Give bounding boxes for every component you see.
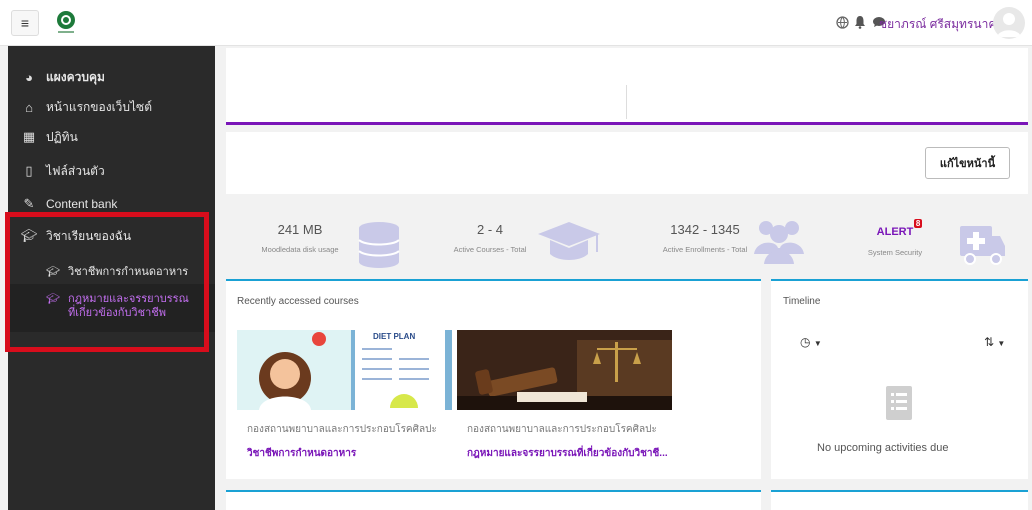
brush-icon: ✎ [23,196,35,211]
chevron-down-icon: ▼ [997,339,1006,348]
home-icon: ⌂ [25,99,33,115]
stat-label: Active Enrollments - Total [662,245,748,254]
page-actions-bar [226,132,1028,194]
top-navbar: ≡ ชยาภรณ์ ศรีสมุทรนาค [0,0,1032,46]
sidebar-item-label: วิชาเรียนของฉัน [46,228,132,243]
stat-label: Moodledata disk usage [261,245,339,254]
graduation-cap-icon: 🎓︎ [20,228,38,243]
timeline-empty-text: No upcoming activities due [817,442,949,454]
sidebar-item-label: แผงควบคุม [46,69,105,84]
course-category: กองสถานพยาบาลและการประกอบโรคศิลปะ [247,424,437,435]
diet-plan-text: DIET PLAN [373,332,416,341]
sidebar-item-site-home[interactable]: ⌂ หน้าแรกของเว็บไซต์ [8,92,215,122]
stat-active-enrollments: 1342 - 1345 Active Enrollments - Total [655,222,755,254]
edit-page-button[interactable]: แก้ไขหน้านี้ [925,147,1010,179]
file-icon: ▯ [25,163,33,178]
sidebar-item-content-bank[interactable]: ✎ Content bank [8,189,215,219]
users-icon [754,221,804,264]
stat-value: 1342 - 1345 [670,222,740,237]
hamburger-menu-button[interactable]: ≡ [11,10,39,36]
sidebar-item-calendar[interactable]: ▦ ปฏิทิน [8,122,215,152]
sort-icon: ⇅ [984,335,995,349]
avatar[interactable] [993,7,1025,39]
sidebar-course-item-active[interactable]: 🎓︎ กฎหมายและจรรยาบรรณ ที่เกี่ยวข้องกับวิ… [8,284,215,332]
graduation-cap-icon: 🎓︎ [46,265,60,278]
sidebar-item-label: ปฏิทิน [46,129,78,144]
alert-badge: 8 [913,219,923,228]
graduation-cap-icon [538,222,600,260]
dashboard-icon: ◕ [25,69,33,85]
stat-value: 241 MB [277,222,323,237]
clock-icon: ◷ [800,335,811,349]
sidebar-item-my-courses[interactable]: 🎓︎ วิชาเรียนของฉัน [8,221,215,251]
stat-system-security: ALERT 8 System Security [860,219,930,257]
stat-label: Active Courses - Total [453,245,527,254]
timeline-sort-dropdown[interactable]: ⇅ ▼ [984,335,1005,349]
alert-label: ALERT [876,226,914,238]
stat-active-courses: 2 - 4 Active Courses - Total [440,222,540,254]
accent-bar [226,122,1028,125]
recent-courses-title: Recently accessed courses [237,296,359,307]
gavel-scales-illustration [457,330,672,410]
sidebar-course-label-line1: กฎหมายและจรรยาบรรณ [68,293,189,305]
ambulance-icon [960,226,1005,265]
stat-label: System Security [867,248,923,257]
ministry-logo[interactable] [52,8,80,36]
graduation-cap-icon: 🎓︎ [46,293,60,305]
sidebar-course-label-line2: ที่เกี่ยวข้องกับวิชาชีพ [68,307,166,319]
empty-list-icon [886,386,912,420]
calendar-icon: ▦ [22,129,36,144]
sidebar-course-item[interactable]: 🎓︎ วิชาชีพการกำหนดอาหาร [8,260,215,282]
course-category: กองสถานพยาบาลและการประกอบโรคศิลปะ [467,424,657,435]
course-image-law[interactable] [457,330,672,410]
bell-icon[interactable] [854,15,866,29]
sidebar-item-label: ไฟล์ส่วนตัว [46,163,105,178]
course-image-diet[interactable]: DIET PLAN [237,330,452,410]
header-divider [626,85,627,119]
sidebar-item-private-files[interactable]: ▯ ไฟล์ส่วนตัว [8,156,215,186]
user-name[interactable]: ชยาภรณ์ ศรีสมุทรนาค [879,15,996,34]
timeline-filter-dropdown[interactable]: ◷ ▼ [800,335,822,349]
chevron-down-icon: ▼ [813,339,822,348]
database-icon [358,222,400,268]
bottom-card-right [771,490,1028,510]
bottom-card-left [226,490,761,510]
hamburger-icon: ≡ [20,15,30,31]
diet-plan-illustration [237,330,452,410]
stat-value: 2 - 4 [476,222,503,237]
stat-disk-usage: 241 MB Moodledata disk usage [250,222,350,254]
timeline-title: Timeline [783,296,821,307]
course-name[interactable]: กฎหมายและจรรยาบรรณที่เกี่ยวข้องกับวิชาชี… [467,446,668,461]
sidebar-course-label: วิชาชีพการกำหนดอาหาร [68,266,189,278]
globe-icon[interactable] [836,16,849,29]
user-avatar-icon [997,13,1021,37]
course-card-diet[interactable]: กองสถานพยาบาลและการประกอบโรคศิลปะ วิชาชี… [247,422,437,461]
sidebar-item-label: Content bank [46,197,118,211]
sidebar-item-label: หน้าแรกของเว็บไซต์ [46,99,152,114]
sidebar: ◕ แผงควบคุม ⌂ หน้าแรกของเว็บไซต์ ▦ ปฏิทิ… [8,46,215,510]
sidebar-item-dashboard[interactable]: ◕ แผงควบคุม [8,62,215,92]
course-card-law[interactable]: กองสถานพยาบาลและการประกอบโรคศิลปะ กฎหมาย… [467,422,668,461]
course-name[interactable]: วิชาชีพการกำหนดอาหาร [247,446,437,461]
page-header [226,48,1028,123]
